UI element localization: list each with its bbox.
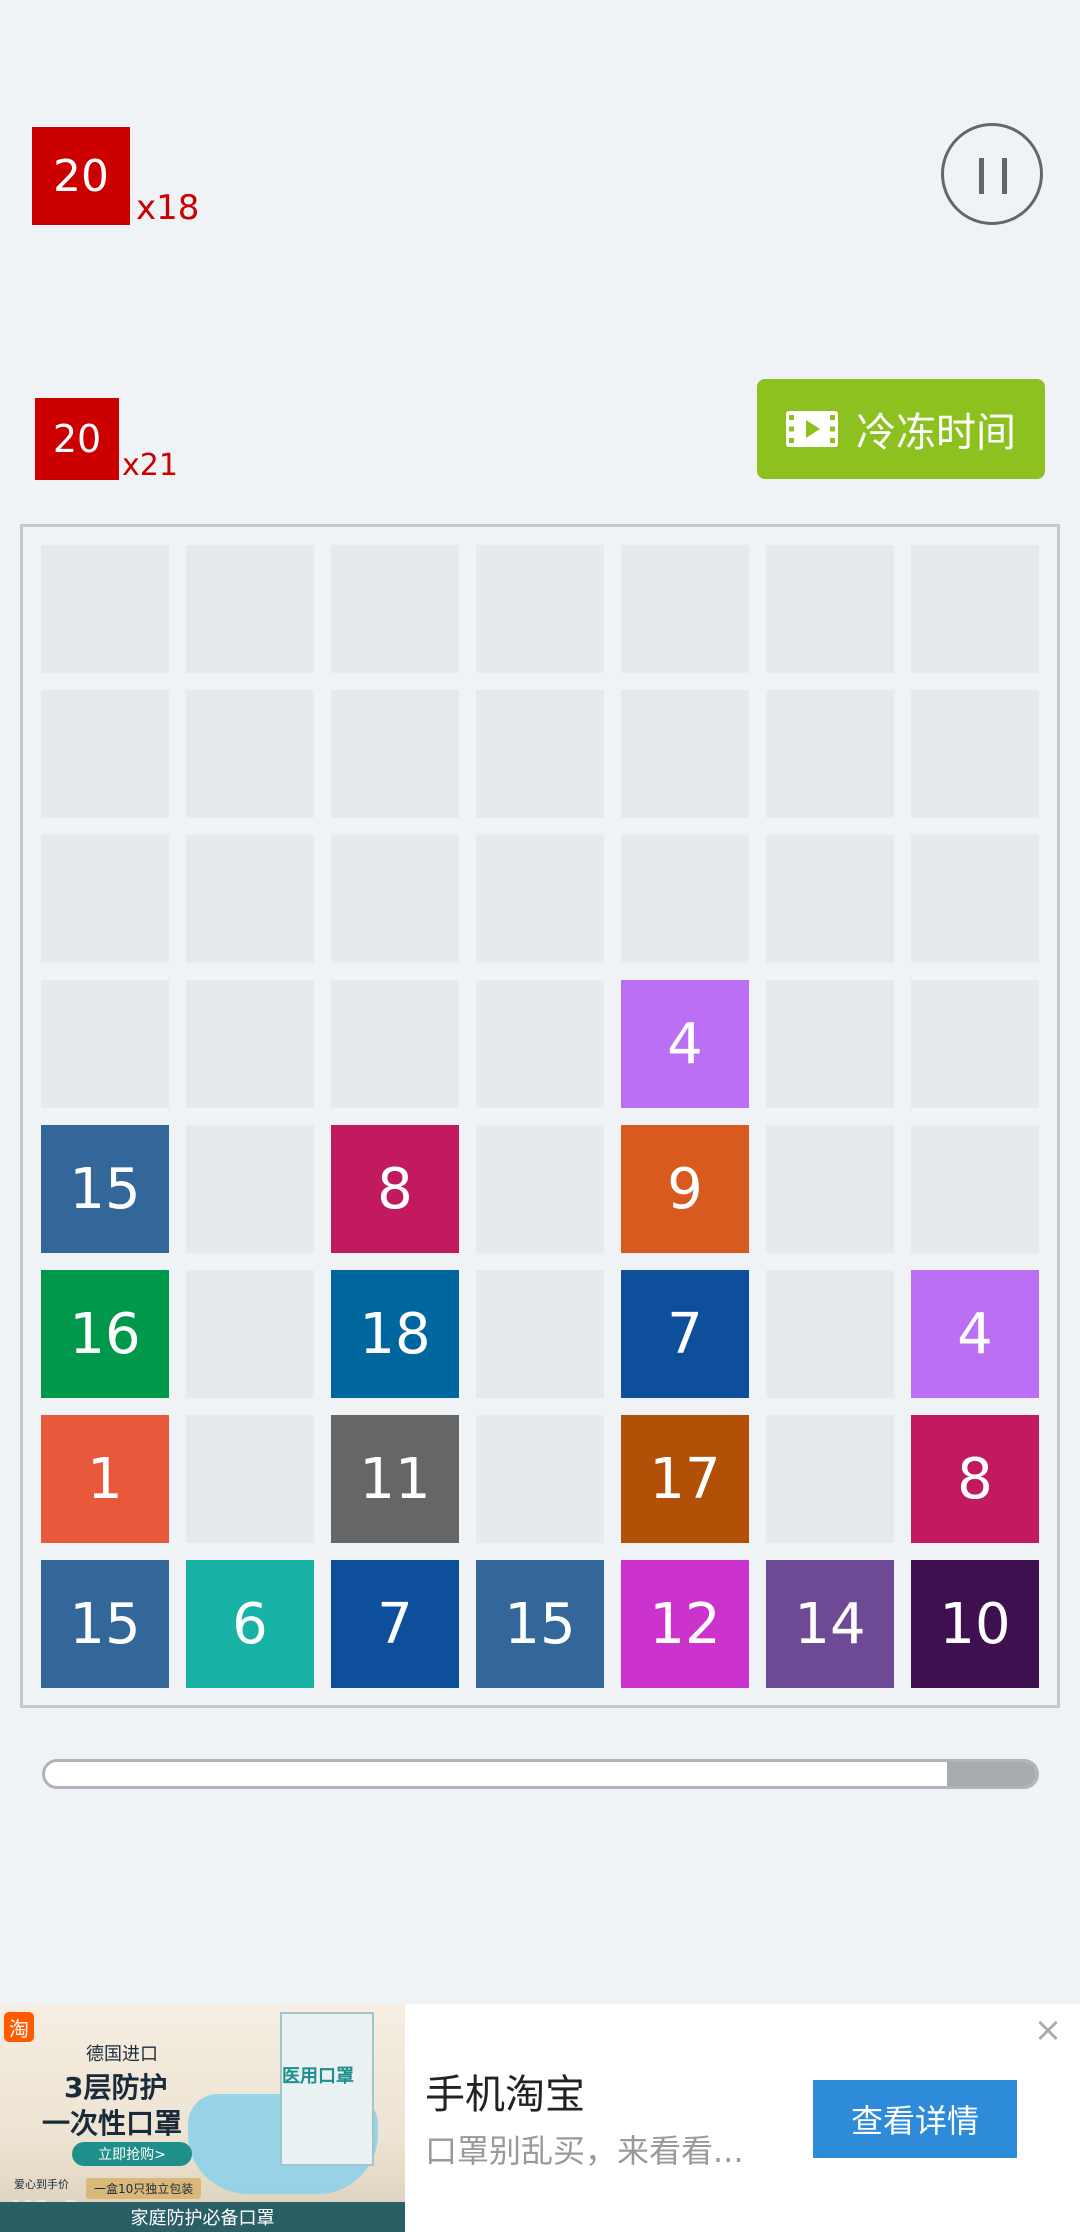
tile-9[interactable]: 9 [621,1125,749,1253]
ad-view-details-button[interactable]: 查看详情 [813,2080,1017,2158]
empty-cell[interactable] [476,545,604,673]
goal-count-secondary: x21 [122,448,178,483]
tile-8[interactable]: 8 [331,1125,459,1253]
empty-cell[interactable] [766,690,894,818]
empty-cell[interactable] [911,1125,1039,1253]
tile-4[interactable]: 4 [621,980,749,1108]
time-progress-fill [946,1762,1036,1786]
empty-cell[interactable] [41,835,169,963]
empty-cell[interactable] [186,1125,314,1253]
taobao-logo: 淘 [4,2012,34,2042]
empty-cell[interactable] [911,980,1039,1108]
mask-box-illustration [280,2012,374,2166]
ad-protection-text: 3层防护 [64,2071,168,2104]
tile-14[interactable]: 14 [766,1560,894,1688]
empty-cell[interactable] [41,545,169,673]
empty-cell[interactable] [766,980,894,1108]
tile-15[interactable]: 15 [476,1560,604,1688]
tile-8[interactable]: 8 [911,1415,1039,1543]
goal-count: x18 [136,188,200,228]
empty-cell[interactable] [331,835,459,963]
film-icon [786,411,838,447]
close-icon[interactable]: × [1032,2013,1064,2047]
empty-cell[interactable] [476,1415,604,1543]
goal-tile-secondary: 20 [35,398,119,480]
empty-cell[interactable] [621,690,749,818]
empty-cell[interactable] [41,980,169,1108]
pause-icon [979,158,984,194]
ad-description: 口罩别乱买，来看看... [425,2132,744,2170]
tile-17[interactable]: 17 [621,1415,749,1543]
game-board[interactable]: 4 15 8 9 16 18 7 4 1 11 17 8 15 6 7 15 12 14 10 [20,524,1060,1708]
empty-cell[interactable] [476,1270,604,1398]
empty-cell[interactable] [766,1415,894,1543]
ad-price-label: 爱心到手价 [14,2178,69,2191]
goal-tile: 20 [32,127,130,225]
empty-cell[interactable] [331,545,459,673]
empty-cell[interactable] [186,1415,314,1543]
empty-cell[interactable] [621,545,749,673]
tile-7[interactable]: 7 [621,1270,749,1398]
freeze-time-button[interactable]: 冷冻时间 [757,379,1045,479]
empty-cell[interactable] [186,1270,314,1398]
empty-cell[interactable] [766,545,894,673]
ad-pack-text: 一盒10只独立包装 [86,2178,202,2199]
ad-buy-now: 立即抢购> [72,2142,192,2166]
ad-origin-text: 德国进口 [86,2044,158,2065]
empty-cell[interactable] [186,690,314,818]
tile-11[interactable]: 11 [331,1415,459,1543]
tile-18[interactable]: 18 [331,1270,459,1398]
empty-cell[interactable] [331,690,459,818]
tile-16[interactable]: 16 [41,1270,169,1398]
ad-image[interactable]: 医用口罩 淘 德国进口 3层防护 一次性口罩 立即抢购> 爱心到手价 一盒10只… [0,2004,405,2232]
empty-cell[interactable] [911,545,1039,673]
tile-15[interactable]: 15 [41,1560,169,1688]
empty-cell[interactable] [766,1125,894,1253]
freeze-time-label: 冷冻时间 [856,410,1016,456]
tile-1[interactable]: 1 [41,1415,169,1543]
empty-cell[interactable] [476,690,604,818]
empty-cell[interactable] [621,835,749,963]
tile-4[interactable]: 4 [911,1270,1039,1398]
empty-cell[interactable] [186,980,314,1108]
tile-12[interactable]: 12 [621,1560,749,1688]
empty-cell[interactable] [766,1270,894,1398]
empty-cell[interactable] [186,835,314,963]
empty-cell[interactable] [766,835,894,963]
tile-7[interactable]: 7 [331,1560,459,1688]
pause-button[interactable] [941,123,1043,225]
tile-15[interactable]: 15 [41,1125,169,1253]
empty-cell[interactable] [41,690,169,818]
ad-box-title: 医用口罩 [282,2066,354,2087]
empty-cell[interactable] [911,835,1039,963]
ad-app-name: 手机淘宝 [425,2072,585,2118]
tile-10[interactable]: 10 [911,1560,1039,1688]
time-progress-bar [42,1759,1039,1789]
empty-cell[interactable] [476,980,604,1108]
empty-cell[interactable] [331,980,459,1108]
empty-cell[interactable] [911,690,1039,818]
ad-disposable-text: 一次性口罩 [42,2107,183,2140]
pause-icon-bar [1002,158,1007,194]
tile-6[interactable]: 6 [186,1560,314,1688]
empty-cell[interactable] [186,545,314,673]
empty-cell[interactable] [476,1125,604,1253]
ad-image-footer: 家庭防护必备口罩 [0,2202,405,2232]
empty-cell[interactable] [476,835,604,963]
